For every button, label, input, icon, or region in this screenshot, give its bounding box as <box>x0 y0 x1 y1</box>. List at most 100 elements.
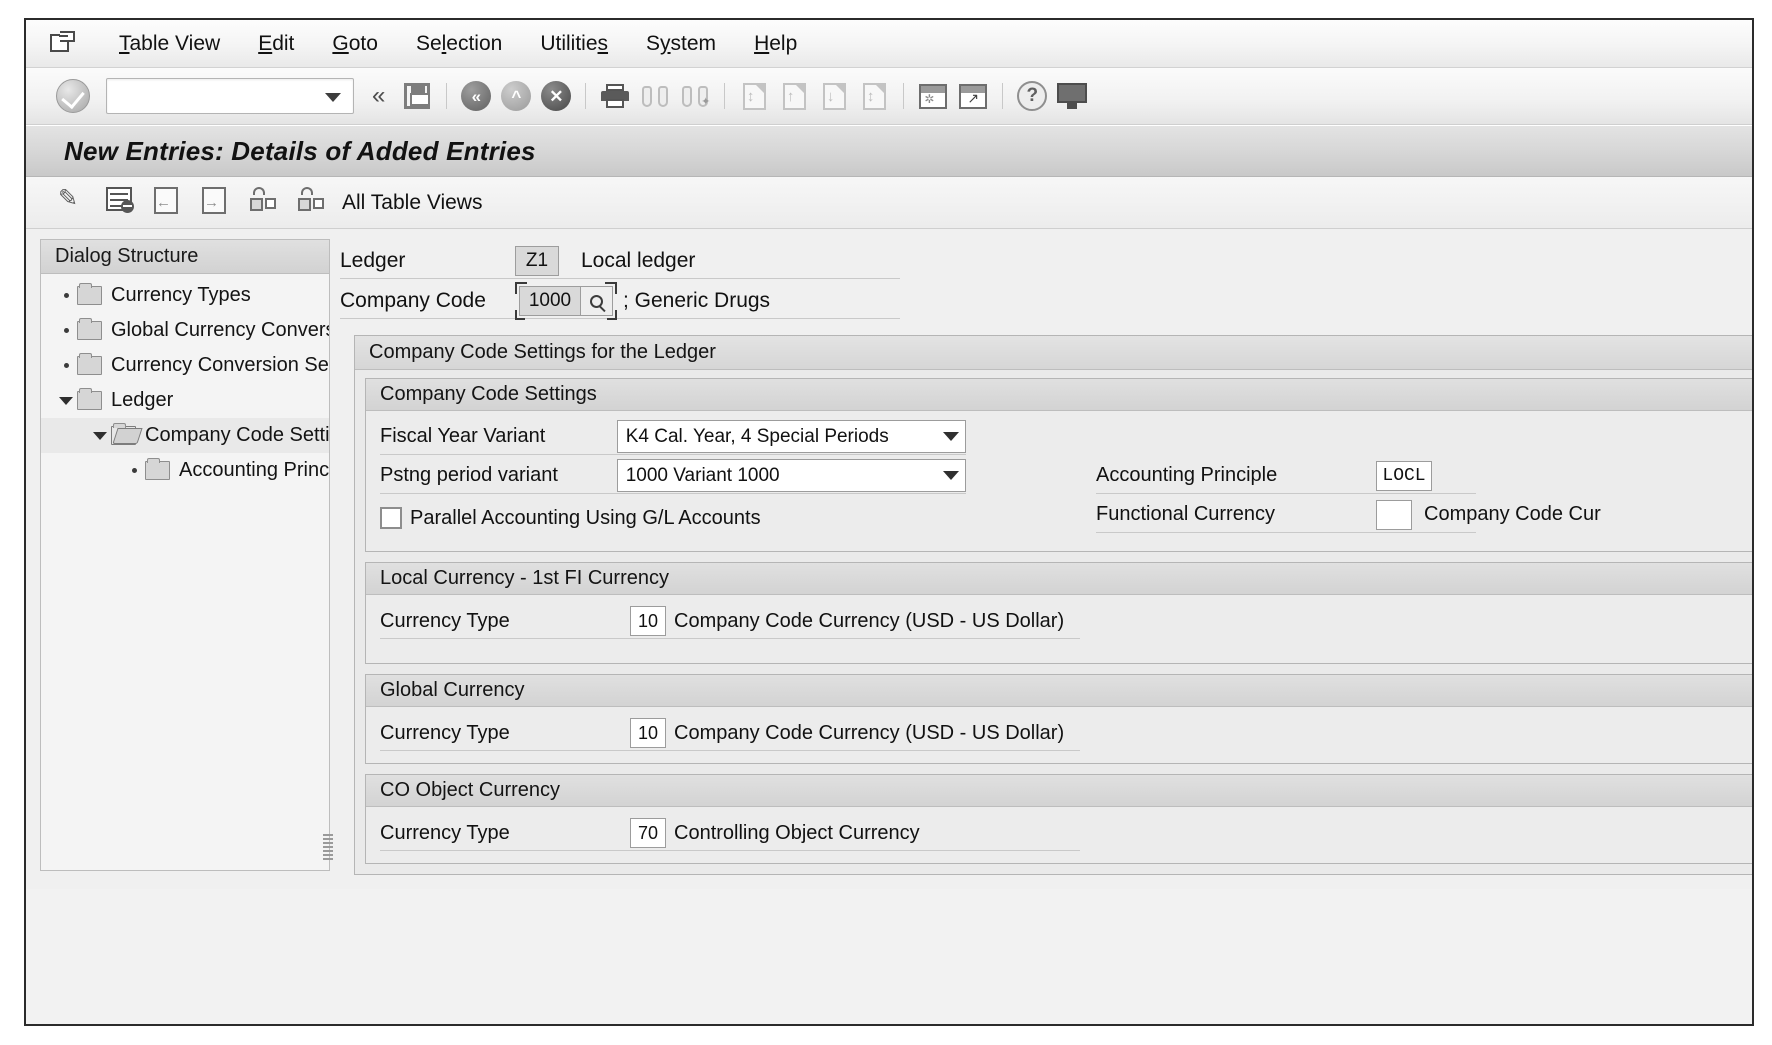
menu-bar: Table View Edit Goto Selection Utilities… <box>26 20 1752 68</box>
dialog-structure-tree: Currency Types Global Currency Conversi … <box>41 274 329 870</box>
ledger-input[interactable]: Z1 <box>515 246 559 276</box>
right-field-column: Accounting Principle LOCL Functional Cur… <box>1096 456 1736 534</box>
fiscal-year-variant-value: K4 Cal. Year, 4 Special Periods <box>626 426 889 448</box>
create-shortcut-icon[interactable]: ↗ <box>953 76 993 116</box>
functional-currency-trailing-text: Company Code Cur <box>1424 503 1601 526</box>
collapse-toolbar-button[interactable]: « <box>360 82 397 110</box>
local-currency-type-row: Currency Type 10 Company Code Currency (… <box>366 601 1752 641</box>
posting-period-variant-label: Pstng period variant <box>380 464 617 487</box>
menu-item-system[interactable]: System <box>627 28 735 60</box>
company-code-label: Company Code <box>340 289 515 313</box>
posting-period-variant-row: Pstng period variant 1000 Variant 1000 <box>366 456 966 495</box>
subgroup-body: Currency Type 10 Company Code Currency (… <box>366 595 1752 663</box>
currency-type-description: Controlling Object Currency <box>674 822 920 845</box>
undo-icon[interactable]: ← <box>154 187 190 219</box>
search-help-icon[interactable] <box>581 286 613 316</box>
tree-item-label: Accounting Princ <box>179 459 329 482</box>
chevron-down-icon[interactable] <box>943 471 959 480</box>
functional-currency-input[interactable] <box>1376 500 1412 530</box>
accounting-principle-input[interactable]: LOCL <box>1376 461 1432 491</box>
co-object-currency-subgroup: CO Object Currency Currency Type 70 Cont… <box>365 774 1752 864</box>
window-export-icon[interactable] <box>48 30 78 58</box>
currency-type-description: Company Code Currency (USD - US Dollar) <box>674 610 1064 633</box>
detail-pane: Ledger Z1 Local ledger Company Code 1000… <box>330 229 1752 889</box>
find-next-icon[interactable]: ✦ <box>675 76 715 116</box>
currency-type-input[interactable]: 70 <box>630 818 666 848</box>
create-session-icon[interactable]: ✲ <box>913 76 953 116</box>
dialog-structure-panel: Dialog Structure Currency Types Global C… <box>40 239 330 871</box>
dialog-structure-title: Dialog Structure <box>41 240 329 274</box>
currency-type-input[interactable]: 10 <box>630 718 666 748</box>
subgroup-body: Fiscal Year Variant K4 Cal. Year, 4 Spec… <box>366 411 1752 551</box>
main-toolbar: « « ^ ✕ ✦ ↕ ↑ ↓ ↕ ✲ ↗ ? <box>26 68 1752 125</box>
expand-triangle-icon[interactable] <box>89 432 111 440</box>
previous-entry-icon[interactable] <box>250 187 286 219</box>
menu-item-utilities[interactable]: Utilities <box>521 28 627 60</box>
field-underline <box>380 750 1080 751</box>
menu-item-table-view-label: able View <box>130 32 221 55</box>
all-table-views-button[interactable]: All Table Views <box>342 191 482 215</box>
save-icon[interactable] <box>397 76 437 116</box>
menu-item-selection[interactable]: Selection <box>397 28 521 60</box>
company-code-input[interactable]: 1000 <box>519 286 581 316</box>
enter-icon[interactable] <box>56 79 90 113</box>
posting-period-variant-dropdown[interactable]: 1000 Variant 1000 <box>617 459 966 492</box>
exit-icon[interactable]: ^ <box>496 76 536 116</box>
field-underline <box>380 454 966 455</box>
previous-page-icon[interactable]: ↑ <box>774 76 814 116</box>
screenshot-root: Table View Edit Goto Selection Utilities… <box>0 0 1772 1045</box>
bullet-icon <box>55 293 77 298</box>
copy-as-icon[interactable]: → <box>202 187 238 219</box>
find-icon[interactable] <box>635 76 675 116</box>
local-currency-subgroup: Local Currency - 1st FI Currency Currenc… <box>365 562 1752 664</box>
next-entry-icon[interactable] <box>298 187 334 219</box>
field-underline <box>340 278 900 279</box>
expand-triangle-icon[interactable] <box>55 397 77 405</box>
subgroup-title: Local Currency - 1st FI Currency <box>366 563 1752 595</box>
tree-item-company-code-settings[interactable]: Company Code Setti <box>41 418 329 453</box>
fiscal-year-variant-label: Fiscal Year Variant <box>380 425 617 448</box>
tree-item-ledger[interactable]: Ledger <box>41 383 329 418</box>
tree-item-label: Currency Conversion Set <box>111 354 329 377</box>
cancel-icon[interactable]: ✕ <box>536 76 576 116</box>
tree-item-label: Ledger <box>111 389 173 412</box>
delete-entry-icon[interactable] <box>106 187 142 219</box>
folder-icon <box>77 356 102 375</box>
display-change-icon[interactable]: ✎ <box>58 187 94 219</box>
tree-item-global-currency-conversion[interactable]: Global Currency Conversi <box>41 313 329 348</box>
currency-type-label: Currency Type <box>380 722 630 745</box>
customize-local-layout-icon[interactable] <box>1052 76 1092 116</box>
currency-type-input[interactable]: 10 <box>630 606 666 636</box>
help-icon[interactable]: ? <box>1012 76 1052 116</box>
tree-item-currency-types[interactable]: Currency Types <box>41 278 329 313</box>
back-icon[interactable]: « <box>456 76 496 116</box>
first-page-icon[interactable]: ↕ <box>734 76 774 116</box>
field-underline <box>380 850 1080 851</box>
menu-item-table-view[interactable]: Table View <box>100 28 239 60</box>
global-currency-type-row: Currency Type 10 Company Code Currency (… <box>366 713 1752 753</box>
tree-item-accounting-principles[interactable]: Accounting Princ <box>41 453 329 488</box>
tree-item-label: Global Currency Conversi <box>111 319 329 342</box>
parallel-accounting-checkbox[interactable] <box>380 507 402 529</box>
global-currency-subgroup: Global Currency Currency Type 10 Company… <box>365 674 1752 764</box>
menu-item-edit[interactable]: Edit <box>239 28 313 60</box>
folder-open-icon <box>111 426 136 445</box>
next-page-icon[interactable]: ↓ <box>814 76 854 116</box>
menu-item-help[interactable]: Help <box>735 28 816 60</box>
functional-currency-label: Functional Currency <box>1096 503 1376 526</box>
chevron-down-icon[interactable] <box>325 93 341 102</box>
fiscal-year-variant-dropdown[interactable]: K4 Cal. Year, 4 Special Periods <box>617 420 966 453</box>
accounting-principle-label: Accounting Principle <box>1096 464 1376 487</box>
company-code-description: ; Generic Drugs <box>623 289 770 313</box>
toolbar-separator <box>724 83 725 109</box>
last-page-icon[interactable]: ↕ <box>854 76 894 116</box>
print-icon[interactable] <box>595 76 635 116</box>
bullet-icon <box>123 468 145 473</box>
toolbar-separator <box>585 83 586 109</box>
tree-item-currency-conversion-settings[interactable]: Currency Conversion Set <box>41 348 329 383</box>
bullet-icon <box>55 363 77 368</box>
menu-item-goto[interactable]: Goto <box>313 28 397 60</box>
chevron-down-icon[interactable] <box>943 432 959 441</box>
command-field[interactable] <box>106 78 354 114</box>
subgroup-title: CO Object Currency <box>366 775 1752 807</box>
